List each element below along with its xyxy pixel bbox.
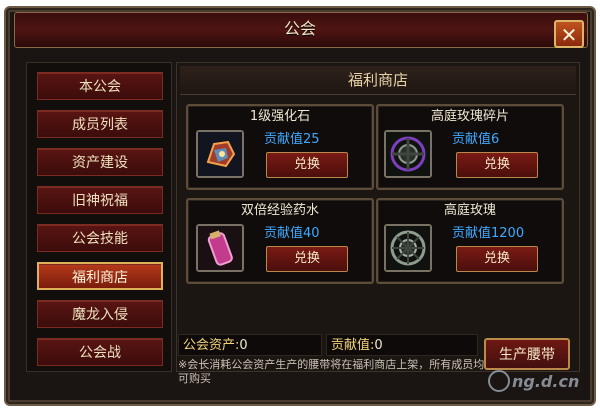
close-icon: ✕ (560, 23, 578, 47)
item-name: 高庭玫瑰碎片 (430, 109, 509, 124)
contribution: 贡献值:0 (326, 334, 478, 356)
shop-title: 福利商店 (180, 66, 576, 95)
exchange-button[interactable]: 兑换 (456, 246, 538, 272)
item-cost: 贡献值25 (264, 132, 320, 147)
guild-assets-label: 公会资产: (183, 338, 240, 353)
contribution-label: 贡献值: (331, 338, 375, 353)
rose-icon[interactable] (384, 224, 432, 272)
enhance-stone-icon[interactable] (196, 130, 244, 178)
item-cost: 贡献值6 (452, 132, 500, 147)
watermark: ng.d.cn (512, 372, 580, 391)
item-name: 高庭玫瑰 (443, 203, 496, 218)
contribution-value: 0 (374, 338, 383, 353)
item-name: 双倍经验药水 (240, 203, 319, 218)
nav-member-list[interactable]: 成员列表 (37, 110, 163, 138)
close-button[interactable]: ✕ (554, 20, 584, 48)
nav-old-god-bless[interactable]: 旧神祝福 (37, 186, 163, 214)
item-cost: 贡献值1200 (452, 226, 525, 241)
nav-asset-build[interactable]: 资产建设 (37, 148, 163, 176)
produce-belt-button[interactable]: 生产腰带 (484, 338, 570, 370)
guild-assets-value: 0 (239, 338, 248, 353)
nav-dragon-invasion[interactable]: 魔龙入侵 (37, 300, 163, 328)
nav-welfare-shop[interactable]: 福利商店 (37, 262, 163, 290)
window-title: 公会 (283, 19, 316, 38)
exchange-button[interactable]: 兑换 (266, 152, 348, 178)
guild-assets: 公会资产:0 (178, 334, 322, 356)
exchange-button[interactable]: 兑换 (456, 152, 538, 178)
exchange-button[interactable]: 兑换 (266, 246, 348, 272)
watermark-logo-icon (488, 370, 510, 392)
nav-my-guild[interactable]: 本公会 (37, 72, 163, 100)
item-name: 1级强化石 (249, 109, 311, 124)
nav-guild-war[interactable]: 公会战 (37, 338, 163, 366)
rose-fragment-icon[interactable] (384, 130, 432, 178)
footer-note: ※会长消耗公会资产生产的腰带将在福利商店上架，所有成员均可购买 (178, 358, 485, 385)
nav-guild-skills[interactable]: 公会技能 (37, 224, 163, 252)
exp-potion-icon[interactable] (196, 224, 244, 272)
item-cost: 贡献值40 (264, 226, 320, 241)
